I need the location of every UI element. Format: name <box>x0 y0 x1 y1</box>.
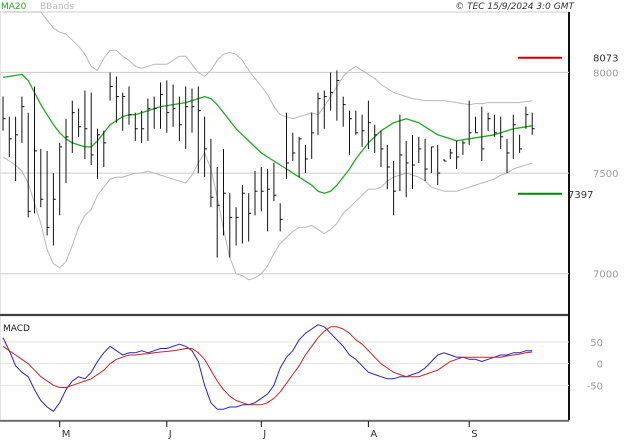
macd-tick-label: 0 <box>597 360 603 371</box>
macd-panel-frame <box>0 315 570 421</box>
legend-ma20: MA20 <box>1 2 27 12</box>
legend-bbands: BBands <box>40 2 74 12</box>
price-tick-label: 8000 <box>593 68 618 79</box>
support-label: 7397 <box>568 190 593 201</box>
x-tick-label: J <box>168 429 172 440</box>
price-tick-label: 7500 <box>593 169 618 180</box>
resistance-label: 8073 <box>593 54 618 65</box>
x-tick-label: A <box>370 429 377 440</box>
x-tick-label: S <box>471 429 477 440</box>
copyright-label: © TEC 15/9/2024 3:0 GMT <box>455 2 575 12</box>
price-tick-label: 7000 <box>593 270 618 281</box>
price-panel-frame <box>0 11 570 315</box>
x-tick-label: J <box>262 429 266 440</box>
chart-root: 8073 7397 8000 7500 7000 50 0 -50 M J J A S MA20 BB… <box>0 0 627 440</box>
x-tick-label: M <box>62 429 71 440</box>
macd-tick-label: 50 <box>590 338 603 349</box>
stock-chart: 8073 7397 8000 7500 7000 50 0 -50 M J J A S MA20 BB… <box>0 2 618 440</box>
macd-title: MACD <box>3 324 30 334</box>
macd-tick-label: -50 <box>587 381 603 392</box>
